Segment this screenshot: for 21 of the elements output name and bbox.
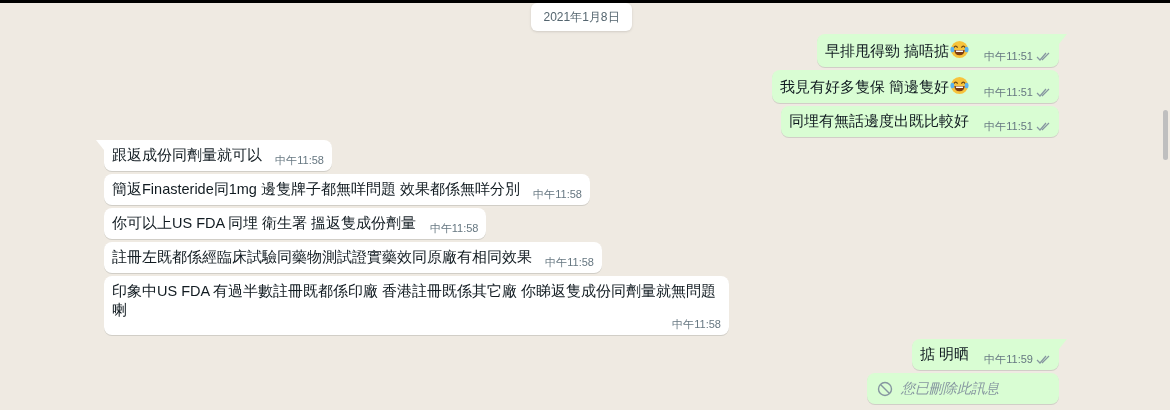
message-time: 中午11:58 — [533, 187, 582, 202]
message-time: 中午11:51 — [984, 85, 1033, 100]
message-text: 跟返成份同劑量就可以 — [112, 146, 262, 165]
blocked-icon — [877, 380, 893, 397]
message-text: 印象中US FDA 有過半數註冊既都係印廠 香港註冊既係其它廠 你睇返隻成份同劑量就無問題喇 — [112, 282, 718, 319]
message-text: 我見有好多隻保 簡邊隻好 — [779, 78, 949, 97]
message-text: 同埋有無話邊度出既比較好 — [789, 112, 969, 131]
scrollbar-thumb[interactable] — [1163, 110, 1168, 160]
message-time: 中午11:51 — [984, 49, 1033, 64]
deleted-message-text: 您已刪除此訊息 — [901, 379, 999, 398]
message-time: 中午11:58 — [672, 317, 721, 332]
message-text: 你可以上US FDA 同埋 衛生署 搵返隻成份劑量 — [112, 214, 417, 233]
message-text: 簡返Finasteride同1mg 邊隻牌子都無咩問題 效果都係無咩分別 — [112, 180, 520, 199]
message-text: 早排甩得勁 搞唔掂 — [824, 42, 949, 61]
message-time: 中午11:58 — [545, 255, 594, 270]
message-time: 中午11:51 — [984, 119, 1033, 134]
message-time: 中午11:59 — [984, 352, 1033, 367]
message-time: 中午11:58 — [429, 221, 479, 236]
message-text: 掂 明晒 — [919, 345, 969, 364]
message-text: 註冊左既都係經臨床試驗同藥物測試證實藥效同原廠有相同效果 — [112, 248, 532, 267]
message-time: 中午11:58 — [275, 153, 324, 168]
